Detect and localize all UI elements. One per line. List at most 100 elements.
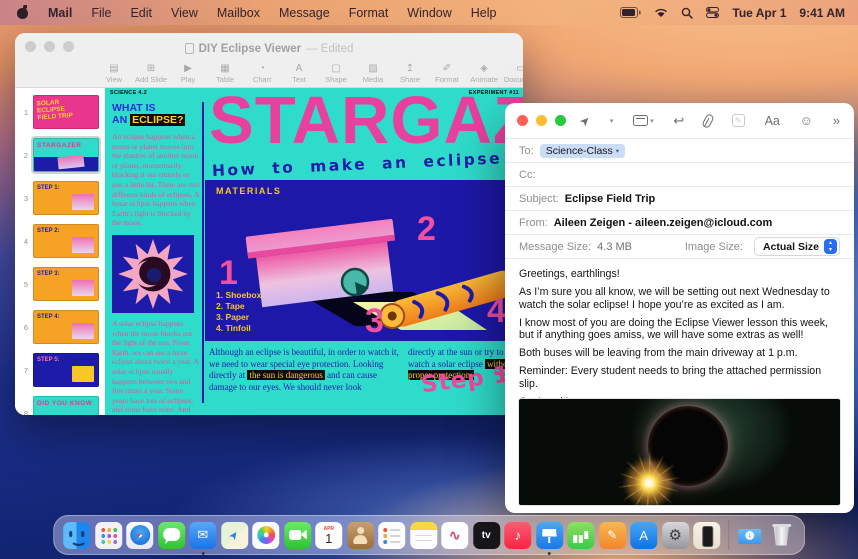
dock-appstore-icon[interactable]: A bbox=[630, 522, 657, 549]
menu-window[interactable]: Window bbox=[407, 6, 451, 20]
emoji-button[interactable]: ☺ bbox=[800, 113, 813, 128]
toolbar-table-button[interactable]: ▦Table bbox=[212, 63, 238, 84]
dock-appletv-icon[interactable]: tv bbox=[473, 522, 500, 549]
toolbar-play-button[interactable]: ▶Play bbox=[175, 63, 201, 84]
attach-button[interactable] bbox=[704, 114, 712, 128]
dock-freeform-icon[interactable]: ∿ bbox=[441, 522, 468, 549]
paperclip-icon bbox=[701, 112, 715, 128]
dock-launchpad-icon[interactable] bbox=[95, 522, 122, 549]
slide-corner-left: SCIENCE 4.2 bbox=[110, 90, 147, 96]
dock-music-icon[interactable]: ♪ bbox=[504, 522, 531, 549]
dock-calendar-icon[interactable]: APR1 bbox=[315, 522, 342, 549]
undo-button[interactable]: ↩ bbox=[673, 113, 684, 129]
toolbar-media-button[interactable]: ▧Media bbox=[360, 63, 386, 84]
from-value: Aileen Zeigen - aileen.zeigen@icloud.com bbox=[554, 217, 773, 229]
dock-notes-icon[interactable] bbox=[410, 522, 437, 549]
markup-button[interactable]: ✎ bbox=[732, 114, 745, 127]
to-field[interactable]: To: Science-Class▾ bbox=[505, 138, 854, 162]
search-icon[interactable] bbox=[681, 7, 693, 19]
image-size-select[interactable]: Actual Size ▲▼ bbox=[754, 237, 840, 256]
toolbar-view-button[interactable]: ▤View bbox=[101, 63, 127, 84]
dock-facetime-icon[interactable] bbox=[284, 522, 311, 549]
dock-maps-icon[interactable]: ➤ bbox=[221, 522, 248, 549]
dock-photos-icon[interactable] bbox=[252, 522, 279, 549]
send-options-chevron[interactable]: ▾ bbox=[610, 117, 614, 125]
menubar-time[interactable]: 9:41 AM bbox=[799, 6, 845, 20]
toolbar-shape-button[interactable]: ▢Shape bbox=[323, 63, 349, 84]
apple-menu-icon[interactable] bbox=[16, 6, 29, 19]
add-slide-icon: ⊞ bbox=[147, 63, 155, 74]
header-fields-button[interactable]: ▾ bbox=[633, 115, 654, 126]
slide-title: STARGAZER bbox=[209, 88, 523, 159]
cc-field[interactable]: Cc: bbox=[505, 162, 854, 186]
menubar-date[interactable]: Tue Apr 1 bbox=[732, 6, 786, 20]
toolbar-add-slide-button[interactable]: ⊞Add Slide bbox=[138, 63, 164, 84]
dock: ✉ ➤ APR1 ∿ tv ♪ ✎ A ⚙ bbox=[53, 515, 805, 555]
format-button[interactable]: Aa bbox=[765, 114, 780, 128]
materials-panel: MATERIALS bbox=[205, 180, 513, 341]
dock-settings-icon[interactable]: ⚙ bbox=[662, 522, 689, 549]
mail-close-button[interactable] bbox=[517, 115, 528, 126]
toolbar-document-button[interactable]: ▭Document bbox=[508, 63, 523, 84]
toolbar-share-button[interactable]: ↥Share bbox=[397, 63, 423, 84]
dock-safari-icon[interactable] bbox=[126, 522, 153, 549]
toolbar-overflow-button[interactable]: » bbox=[833, 113, 840, 128]
keynote-close-button[interactable] bbox=[25, 41, 36, 52]
slide-thumbnail-7[interactable]: 7 STEP 5: bbox=[17, 351, 101, 389]
dock-iphone-mirroring-icon[interactable] bbox=[693, 522, 720, 549]
mail-toolbar[interactable]: ➤ ▾ ▾ ↩ ✎ Aa ☺ » bbox=[505, 103, 854, 138]
toolbar-format-button[interactable]: ✐Format bbox=[434, 63, 460, 84]
animate-icon: ◈ bbox=[480, 63, 488, 74]
subject-field[interactable]: Subject: Eclipse Field Trip bbox=[505, 186, 854, 210]
slide-thumbnail-8[interactable]: 8 DID YOU KNOW bbox=[17, 394, 101, 415]
dock-messages-icon[interactable] bbox=[158, 522, 185, 549]
dock-keynote-icon[interactable] bbox=[536, 522, 563, 549]
slide-bottom-text-left: Although an eclipse is beautiful, in ord… bbox=[209, 347, 401, 393]
slide-thumbnail-3[interactable]: 3 STEP 1: bbox=[17, 179, 101, 217]
menu-help[interactable]: Help bbox=[471, 6, 497, 20]
menu-mailbox[interactable]: Mailbox bbox=[217, 6, 260, 20]
slide-thumbnail-5[interactable]: 5 STEP 3: bbox=[17, 265, 101, 303]
mail-minimize-button[interactable] bbox=[536, 115, 547, 126]
chart-icon: ◔ bbox=[259, 63, 265, 74]
wifi-icon[interactable] bbox=[654, 7, 668, 18]
dock-trash-icon[interactable] bbox=[768, 522, 795, 549]
dock-finder-icon[interactable] bbox=[63, 522, 90, 549]
slide-canvas[interactable]: SCIENCE 4.2 EXPERIMENT #11 WHAT IS AN EC… bbox=[105, 88, 523, 415]
recipient-token[interactable]: Science-Class▾ bbox=[540, 144, 625, 158]
slide-divider-line bbox=[202, 102, 204, 403]
menu-format[interactable]: Format bbox=[349, 6, 389, 20]
menu-app-name[interactable]: Mail bbox=[48, 6, 72, 20]
slide-paragraph-1: An eclipse happens when a moon or planet… bbox=[112, 132, 200, 228]
table-icon: ▦ bbox=[220, 63, 229, 74]
slide-thumbnail-6[interactable]: 6 STEP 4: bbox=[17, 308, 101, 346]
mail-zoom-button[interactable] bbox=[555, 115, 566, 126]
dock-reminders-icon[interactable] bbox=[378, 522, 405, 549]
battery-icon[interactable] bbox=[620, 7, 641, 18]
toolbar-chart-button[interactable]: ◔Chart bbox=[249, 63, 275, 84]
dock-downloads-folder-icon[interactable] bbox=[736, 522, 763, 549]
dock-contacts-icon[interactable] bbox=[347, 522, 374, 549]
toolbar-animate-button[interactable]: ◈Animate bbox=[471, 63, 497, 84]
toolbar-text-button[interactable]: AText bbox=[286, 63, 312, 84]
dock-mail-icon[interactable]: ✉ bbox=[189, 522, 216, 549]
eclipse-diamond-ring-burst bbox=[617, 451, 681, 506]
from-field[interactable]: From: Aileen Zeigen - aileen.zeigen@iclo… bbox=[505, 210, 854, 234]
dock-pages-icon[interactable]: ✎ bbox=[599, 522, 626, 549]
dock-numbers-icon[interactable] bbox=[567, 522, 594, 549]
slide-thumbnail-2-selected[interactable]: 2 STARGAZER bbox=[17, 136, 101, 174]
keynote-zoom-button[interactable] bbox=[63, 41, 74, 52]
send-button[interactable]: ➤ bbox=[580, 114, 590, 128]
slide-thumbnail-4[interactable]: 4 STEP 2: bbox=[17, 222, 101, 260]
svg-text:4: 4 bbox=[487, 292, 506, 330]
menu-message[interactable]: Message bbox=[279, 6, 330, 20]
menu-file[interactable]: File bbox=[91, 6, 111, 20]
control-center-icon[interactable] bbox=[706, 7, 719, 18]
menu-view[interactable]: View bbox=[171, 6, 198, 20]
keynote-minimize-button[interactable] bbox=[44, 41, 55, 52]
eclipse-photo-attachment[interactable] bbox=[518, 398, 841, 506]
menu-edit[interactable]: Edit bbox=[130, 6, 152, 20]
slide-thumbnail-1[interactable]: 1 SOLAR ECLIPSE FIELD TRIP bbox=[17, 93, 101, 131]
edited-badge: — Edited bbox=[306, 43, 353, 55]
keynote-titlebar[interactable]: DIY Eclipse Viewer — Edited bbox=[15, 33, 523, 58]
